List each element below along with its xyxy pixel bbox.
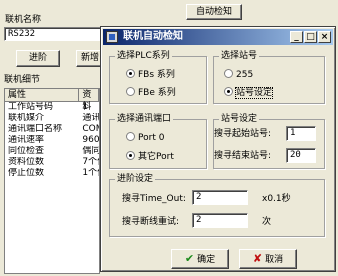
- radio-other-port[interactable]: 其它Port: [126, 151, 174, 163]
- table-cell: 资料位数: [8, 157, 45, 167]
- table-cell: 1: [82, 102, 89, 112]
- radio-fbs[interactable]: FBs 系列: [126, 69, 175, 81]
- table-row[interactable]: 联机媒介 通讯: [5, 113, 99, 124]
- table-row[interactable]: 停止位数 1个位: [5, 168, 99, 179]
- radio-dot-icon: [126, 87, 135, 96]
- timeout-label: 搜寻Time_Out:: [122, 194, 186, 204]
- radio-dot-icon: [224, 87, 233, 96]
- table-row[interactable]: 同位检查 偶同: [5, 146, 99, 157]
- radio-fbe[interactable]: FBe 系列: [126, 87, 176, 99]
- advanced-setting-group: 进阶设定 搜寻Time_Out: 2 x0.1秒 搜寻断线重试: 2 次: [109, 173, 325, 237]
- table-cell: 停止位数: [8, 168, 45, 178]
- plc-series-group: 选择PLC系列 FBs 系列 FBe 系列: [109, 50, 207, 104]
- detail-table[interactable]: 属性 资料 工作站号码 1 联机媒介 通讯 通讯端口名称 COM 通讯速率 960 同位…: [4, 88, 100, 274]
- comm-port-group: 选择通讯端口 Port 0 其它Port: [109, 113, 207, 169]
- dialog-title: 联机自动检知: [123, 31, 183, 42]
- search-start-label: 搜寻起始站号:: [214, 129, 272, 139]
- table-cell: COM: [82, 124, 99, 134]
- radio-other-port-label: 其它Port: [138, 152, 174, 162]
- machine-name-label: 联机名称: [5, 15, 42, 25]
- table-cell: 1个位: [82, 168, 99, 178]
- retry-input[interactable]: 2: [192, 213, 248, 228]
- ok-button[interactable]: ✔ 确定: [171, 249, 229, 269]
- radio-255-label: 255: [236, 70, 254, 80]
- table-cell: 通讯: [82, 113, 99, 123]
- radio-dot-icon: [126, 69, 135, 78]
- app-icon: [106, 31, 118, 43]
- table-row[interactable]: 资料位数 7个位: [5, 157, 99, 168]
- radio-dot-icon: [224, 69, 233, 78]
- radio-port0[interactable]: Port 0: [126, 132, 164, 144]
- cancel-button[interactable]: ✘ 取消: [239, 249, 297, 269]
- radio-dot-icon: [126, 132, 135, 141]
- comm-port-legend: 选择通讯端口: [115, 113, 174, 125]
- minimize-button[interactable]: _: [290, 31, 303, 43]
- retry-label: 搜寻断线重试:: [122, 217, 180, 227]
- detail-label: 联机细节: [4, 75, 41, 85]
- table-header: 属性 资料: [5, 89, 99, 112]
- timeout-input[interactable]: 2: [192, 190, 248, 205]
- plc-series-legend: 选择PLC系列: [115, 50, 172, 62]
- table-row[interactable]: 通讯端口名称 COM: [5, 124, 99, 135]
- table-header-data: 资料: [79, 89, 99, 112]
- table-cell: 工作站号码: [8, 102, 54, 112]
- table-cell: 同位检查: [8, 146, 45, 156]
- table-cell: 960: [82, 135, 99, 145]
- ok-button-label: 确定: [197, 255, 216, 265]
- table-cell: 偶同: [82, 146, 99, 156]
- station-group: 选择站号 255 站号设定: [213, 50, 325, 104]
- timeout-unit: x0.1秒: [262, 194, 291, 204]
- dialog-titlebar[interactable]: 联机自动检知 _ □ ×: [103, 29, 333, 45]
- cancel-button-label: 取消: [265, 255, 284, 265]
- search-end-label: 搜寻结束站号:: [214, 151, 272, 161]
- radio-255[interactable]: 255: [224, 69, 253, 81]
- new-button[interactable]: 新增: [76, 50, 102, 67]
- station-setting-legend: 站号设定: [219, 113, 260, 125]
- check-icon: ✔: [184, 252, 195, 265]
- station-legend: 选择站号: [219, 50, 260, 62]
- table-cell: 通讯速率: [8, 135, 45, 145]
- auto-detect-button[interactable]: 自动检知: [186, 4, 242, 20]
- radio-fbe-label: FBe 系列: [138, 88, 176, 98]
- search-start-input[interactable]: 1: [286, 126, 316, 141]
- radio-dot-icon: [126, 151, 135, 160]
- table-cell: 7个位: [82, 157, 99, 167]
- radio-port0-label: Port 0: [138, 133, 165, 143]
- machine-name-input[interactable]: RS232: [4, 27, 102, 41]
- close-button[interactable]: ×: [318, 31, 331, 43]
- search-end-input[interactable]: 20: [286, 148, 316, 163]
- table-cell: 联机媒介: [8, 113, 45, 123]
- maximize-button[interactable]: □: [304, 31, 317, 43]
- cross-icon: ✘: [252, 252, 263, 265]
- table-cell: 通讯端口名称: [8, 124, 63, 134]
- advanced-setting-legend: 进阶设定: [115, 173, 156, 185]
- table-row[interactable]: 工作站号码 1: [5, 102, 99, 113]
- radio-station-setting[interactable]: 站号设定: [224, 87, 274, 99]
- station-setting-group: 站号设定 搜寻起始站号: 1 搜寻结束站号: 20: [213, 113, 325, 169]
- retry-unit: 次: [262, 217, 272, 227]
- auto-detect-dialog: 联机自动检知 _ □ × 选择PLC系列 FBs 系列 FBe 系列 选择站号 …: [100, 26, 336, 272]
- radio-station-setting-label: 站号设定: [234, 87, 274, 99]
- table-header-property: 属性: [5, 89, 80, 101]
- table-row[interactable]: 通讯速率 960: [5, 135, 99, 146]
- radio-fbs-label: FBs 系列: [138, 70, 175, 80]
- advanced-button[interactable]: 进阶: [16, 50, 60, 67]
